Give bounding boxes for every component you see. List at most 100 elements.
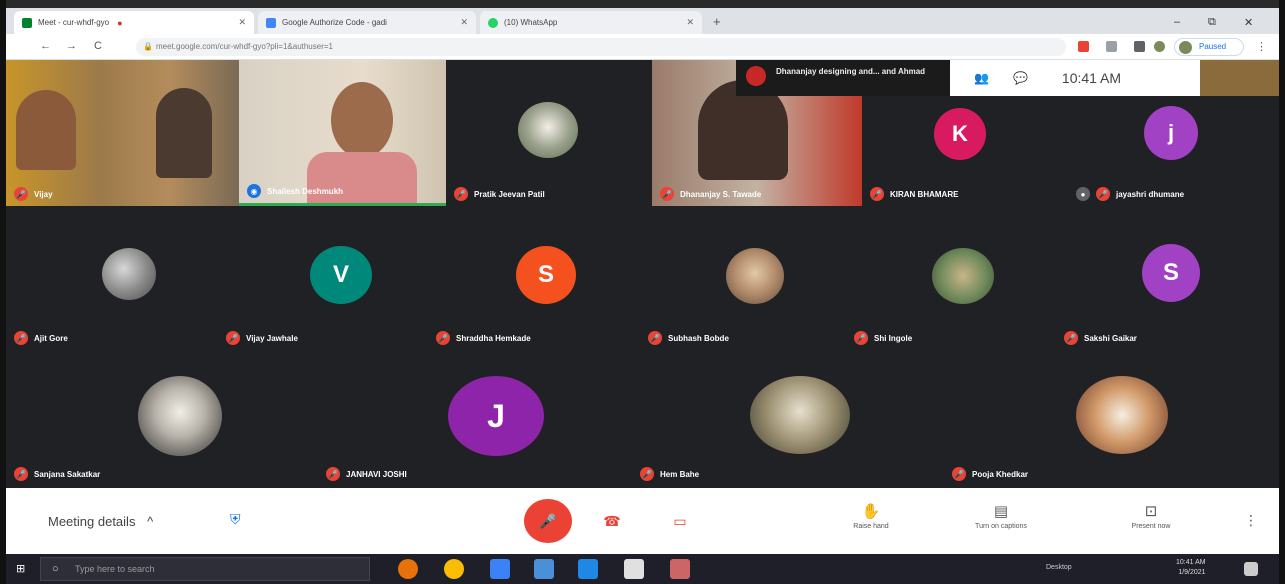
participant-avatar-photo — [932, 248, 994, 304]
participant-avatar-photo — [102, 248, 156, 300]
sync-paused-button[interactable]: Paused — [1174, 38, 1244, 56]
mic-off-icon: 🎤 — [648, 331, 662, 345]
browser-tab-strip: Meet - cur-whdf-gyo ● ✕ Google Authorize… — [6, 8, 1279, 34]
participant-name: 🎤 Sanjana Sakatkar — [14, 467, 100, 481]
meet-control-bar: Meeting details ^ ⛨ 🎤 ☎ ▭ ✋ Raise hand ▤… — [6, 488, 1279, 554]
meeting-details-button[interactable]: Meeting details ^ — [48, 514, 153, 529]
address-bar[interactable]: 🔒 meet.google.com/cur-whdf-gyo?pli=1&aut… — [136, 38, 1066, 56]
participant-name: 🎤 Shi Ingole — [854, 331, 912, 345]
taskbar-search-input[interactable]: ○ Type here to search — [40, 557, 370, 581]
people-icon[interactable]: 👥 — [974, 71, 989, 85]
participant-tile[interactable]: 🎤 Hem Bahe — [632, 358, 944, 486]
participant-avatar: V — [310, 246, 372, 304]
raise-hand-button[interactable]: ✋ Raise hand — [826, 502, 916, 530]
minimize-button[interactable]: – — [1174, 16, 1180, 28]
new-tab-button[interactable]: + — [713, 14, 721, 29]
participant-tile[interactable]: 🎤 Sanjana Sakatkar — [6, 358, 318, 486]
participant-tile[interactable]: 🎤 Pratik Jeevan Patil — [446, 60, 652, 206]
participant-name: 🎤 Dhananjay S. Tawade — [660, 187, 761, 201]
search-placeholder: Type here to search — [75, 564, 155, 574]
camera-indicator-icon[interactable] — [1078, 41, 1089, 52]
browser-toolbar: ← → C 🔒 meet.google.com/cur-whdf-gyo?pli… — [6, 34, 1279, 60]
close-window-button[interactable]: ✕ — [1244, 16, 1253, 29]
chat-icon[interactable]: 💬 — [1013, 71, 1028, 85]
app-icon[interactable] — [398, 559, 418, 579]
participant-tile[interactable]: S 🎤 Shraddha Hemkade — [428, 220, 640, 350]
lock-icon: 🔒 — [143, 42, 153, 51]
tray-desktop-label[interactable]: Desktop — [1046, 564, 1072, 571]
photos-icon[interactable] — [670, 559, 690, 579]
notification-icon[interactable] — [1244, 562, 1258, 576]
participant-tile[interactable]: 🎤 Pooja Khedkar — [944, 358, 1279, 486]
reload-icon[interactable]: C — [94, 40, 102, 52]
tab-whatsapp[interactable]: (10) WhatsApp ✕ — [480, 11, 702, 34]
profile-icon[interactable] — [1154, 41, 1165, 52]
gmail-favicon-icon — [266, 17, 276, 28]
participant-video-person — [156, 88, 212, 178]
avatar — [1179, 41, 1192, 54]
frame-right-edge — [1279, 0, 1285, 584]
mic-off-icon: 🎤 — [14, 187, 28, 201]
participant-tile-speaking[interactable]: ◉ Shailesh Deshmukh — [239, 60, 446, 206]
taskbar-clock[interactable]: 10:41 AM 1/9/2021 — [1176, 558, 1206, 578]
back-icon[interactable]: ← — [40, 40, 51, 52]
browser-menu-icon[interactable]: ⋮ — [1256, 40, 1267, 53]
mic-off-icon: 🎤 — [539, 512, 557, 529]
address-text: meet.google.com/cur-whdf-gyo?pli=1&authu… — [156, 42, 333, 51]
forward-icon[interactable]: → — [66, 40, 77, 52]
participant-tile[interactable]: V 🎤 Vijay Jawhale — [218, 220, 428, 350]
self-view-thumbnail[interactable] — [1200, 60, 1279, 96]
mail-app-icon[interactable] — [624, 559, 644, 579]
tab-title: Google Authorize Code - gadi — [282, 18, 387, 27]
participant-avatar: j — [1144, 106, 1198, 160]
mic-off-icon: 🎤 — [1064, 331, 1078, 345]
participant-avatar-photo — [1076, 376, 1168, 454]
mic-off-button[interactable]: 🎤 — [524, 499, 572, 543]
participant-name: ◉ Shailesh Deshmukh — [247, 184, 343, 198]
tab-google-auth[interactable]: Google Authorize Code - gadi ✕ — [258, 11, 476, 34]
mic-off-icon: 🎤 — [326, 467, 340, 481]
mic-off-icon: 🎤 — [454, 187, 468, 201]
end-call-button[interactable]: ☎ — [592, 501, 632, 541]
participant-name: 🎤 JANHAVI JOSHI — [326, 467, 407, 481]
participant-name: 🎤 KIRAN BHAMARE — [870, 187, 958, 201]
store-icon[interactable] — [534, 559, 554, 579]
edge-icon[interactable] — [578, 559, 598, 579]
whatsapp-favicon-icon — [488, 17, 498, 28]
maximize-button[interactable]: ⧉ — [1208, 16, 1216, 29]
extension-icon[interactable] — [1106, 41, 1117, 52]
close-tab-icon[interactable]: ✕ — [678, 17, 694, 28]
tab-meet[interactable]: Meet - cur-whdf-gyo ● ✕ — [14, 11, 254, 34]
present-now-button[interactable]: ⊡ Present now — [1106, 502, 1196, 530]
participant-name: 🎤 Sakshi Gaikar — [1064, 331, 1137, 345]
participant-tile[interactable]: S 🎤 Sakshi Gaikar — [1056, 220, 1279, 350]
captions-label: Turn on captions — [975, 523, 1027, 530]
search-icon: ○ — [52, 563, 59, 575]
windows-start-icon[interactable]: ⊞ — [16, 563, 28, 575]
participant-tile[interactable]: 🎤 Ajit Gore — [6, 220, 218, 350]
participant-avatar-photo — [750, 376, 850, 454]
mic-off-icon: 🎤 — [640, 467, 654, 481]
participant-tile[interactable]: J 🎤 JANHAVI JOSHI — [318, 358, 632, 486]
participant-video-person — [331, 82, 393, 158]
close-tab-icon[interactable]: ✕ — [452, 17, 468, 28]
participant-avatar: S — [516, 246, 576, 304]
presentation-banner[interactable]: Dhananjay designing and... and Ahmad — [736, 60, 950, 96]
participant-avatar-photo — [138, 376, 222, 456]
participant-name: ● 🎤 jayashri dhumane — [1076, 187, 1184, 201]
mail-icon[interactable] — [490, 559, 510, 579]
participant-tile[interactable]: 🎤 Shi Ingole — [846, 220, 1056, 350]
present-label: Present now — [1131, 523, 1171, 530]
chrome-icon[interactable] — [444, 559, 464, 579]
close-tab-icon[interactable]: ✕ — [230, 17, 246, 28]
captions-button[interactable]: ▤ Turn on captions — [956, 502, 1046, 530]
paused-label: Paused — [1199, 42, 1227, 51]
camera-off-button[interactable]: ▭ — [660, 501, 700, 541]
present-icon: ⊡ — [1144, 503, 1158, 520]
puzzle-icon[interactable] — [1134, 41, 1145, 52]
shield-icon[interactable]: ⛨ — [230, 511, 246, 529]
participant-avatar-photo — [726, 248, 784, 304]
more-icon[interactable]: ⋮ — [1244, 512, 1258, 529]
participant-tile[interactable]: 🎤 Subhash Bobde — [640, 220, 846, 350]
participant-tile[interactable]: 🎤 Vijay — [6, 60, 239, 206]
